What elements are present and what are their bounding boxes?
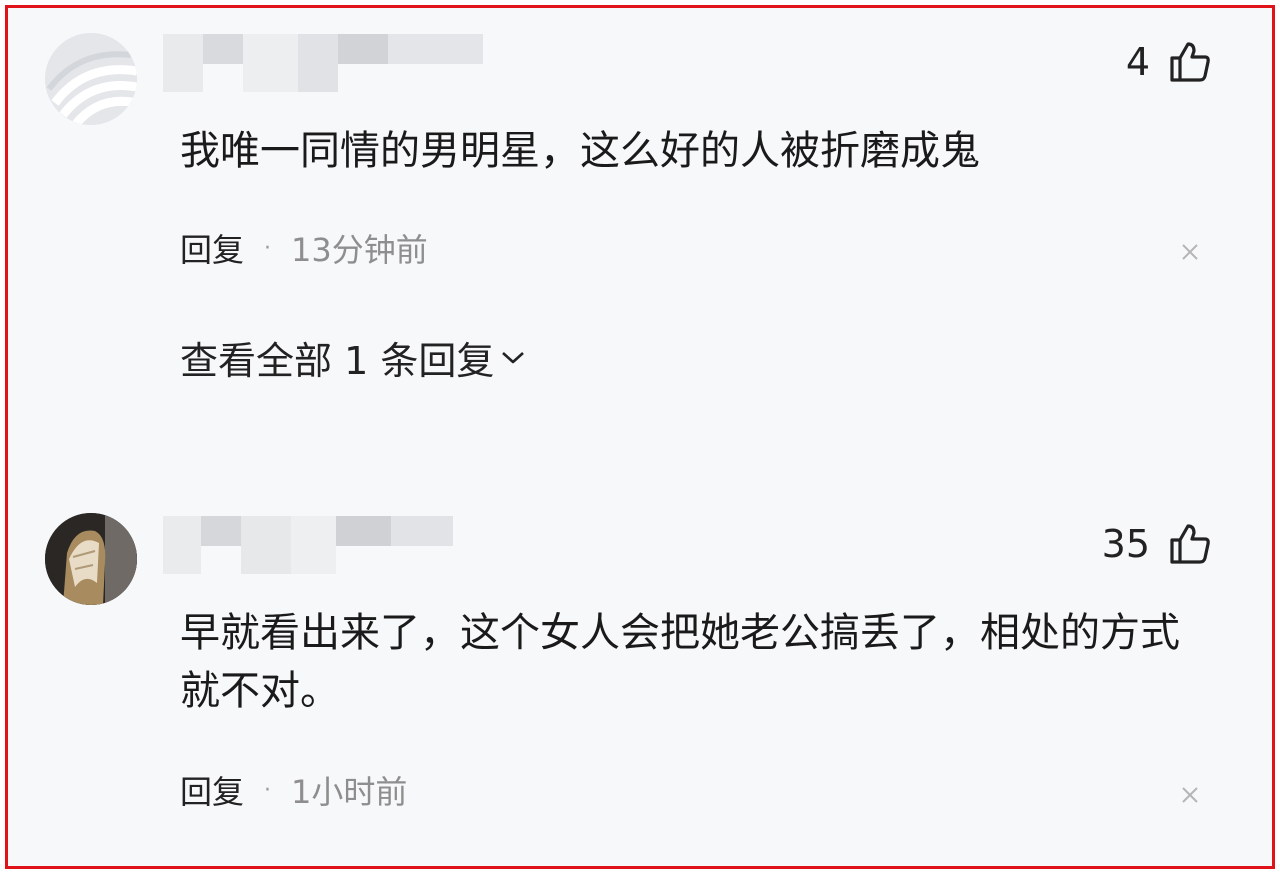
highlight-frame: 4 我唯一同情的男明星，这么好的人被折磨成鬼 回复 · 13分钟前 查看全部 1… (5, 5, 1275, 869)
separator-dot: · (264, 235, 272, 261)
view-replies-button[interactable]: 查看全部 1 条回复 (180, 332, 526, 383)
comment-meta: 回复 · 1小时前 (180, 767, 408, 813)
close-icon[interactable] (1178, 240, 1202, 264)
like-group[interactable]: 35 (1102, 524, 1212, 564)
comment-text: 我唯一同情的男明星，这么好的人被折磨成鬼 (180, 128, 980, 174)
swirl-avatar-icon (45, 33, 137, 125)
avatar[interactable] (45, 33, 137, 125)
username-blurred (163, 34, 483, 92)
view-replies-label: 查看全部 1 条回复 (180, 338, 495, 383)
avatar[interactable] (45, 513, 137, 605)
reply-button[interactable]: 回复 (180, 225, 244, 271)
thumbs-up-icon[interactable] (1168, 522, 1212, 566)
comment-time: 1小时前 (291, 773, 408, 811)
comment-meta: 回复 · 13分钟前 (180, 225, 428, 271)
like-group[interactable]: 4 (1126, 42, 1212, 82)
close-icon[interactable] (1178, 783, 1202, 807)
thumbs-up-icon[interactable] (1168, 40, 1212, 84)
comment-item: 4 我唯一同情的男明星，这么好的人被折磨成鬼 回复 · 13分钟前 查看全部 1… (8, 8, 1272, 428)
reply-button[interactable]: 回复 (180, 767, 244, 813)
username-blurred (163, 516, 453, 574)
comment-time: 13分钟前 (291, 231, 428, 269)
like-count: 35 (1101, 522, 1150, 566)
chevron-down-icon (502, 352, 525, 364)
comment-item: 35 早就看出来了，这个女人会把她老公搞丢了，相处的方式就不对。 回复 · 1小… (8, 508, 1272, 866)
separator-dot: · (264, 777, 272, 803)
like-count: 4 (1125, 40, 1150, 84)
comment-text: 早就看出来了，这个女人会把她老公搞丢了，相处的方式就不对。 (180, 610, 1180, 714)
portrait-avatar-icon (45, 513, 137, 605)
